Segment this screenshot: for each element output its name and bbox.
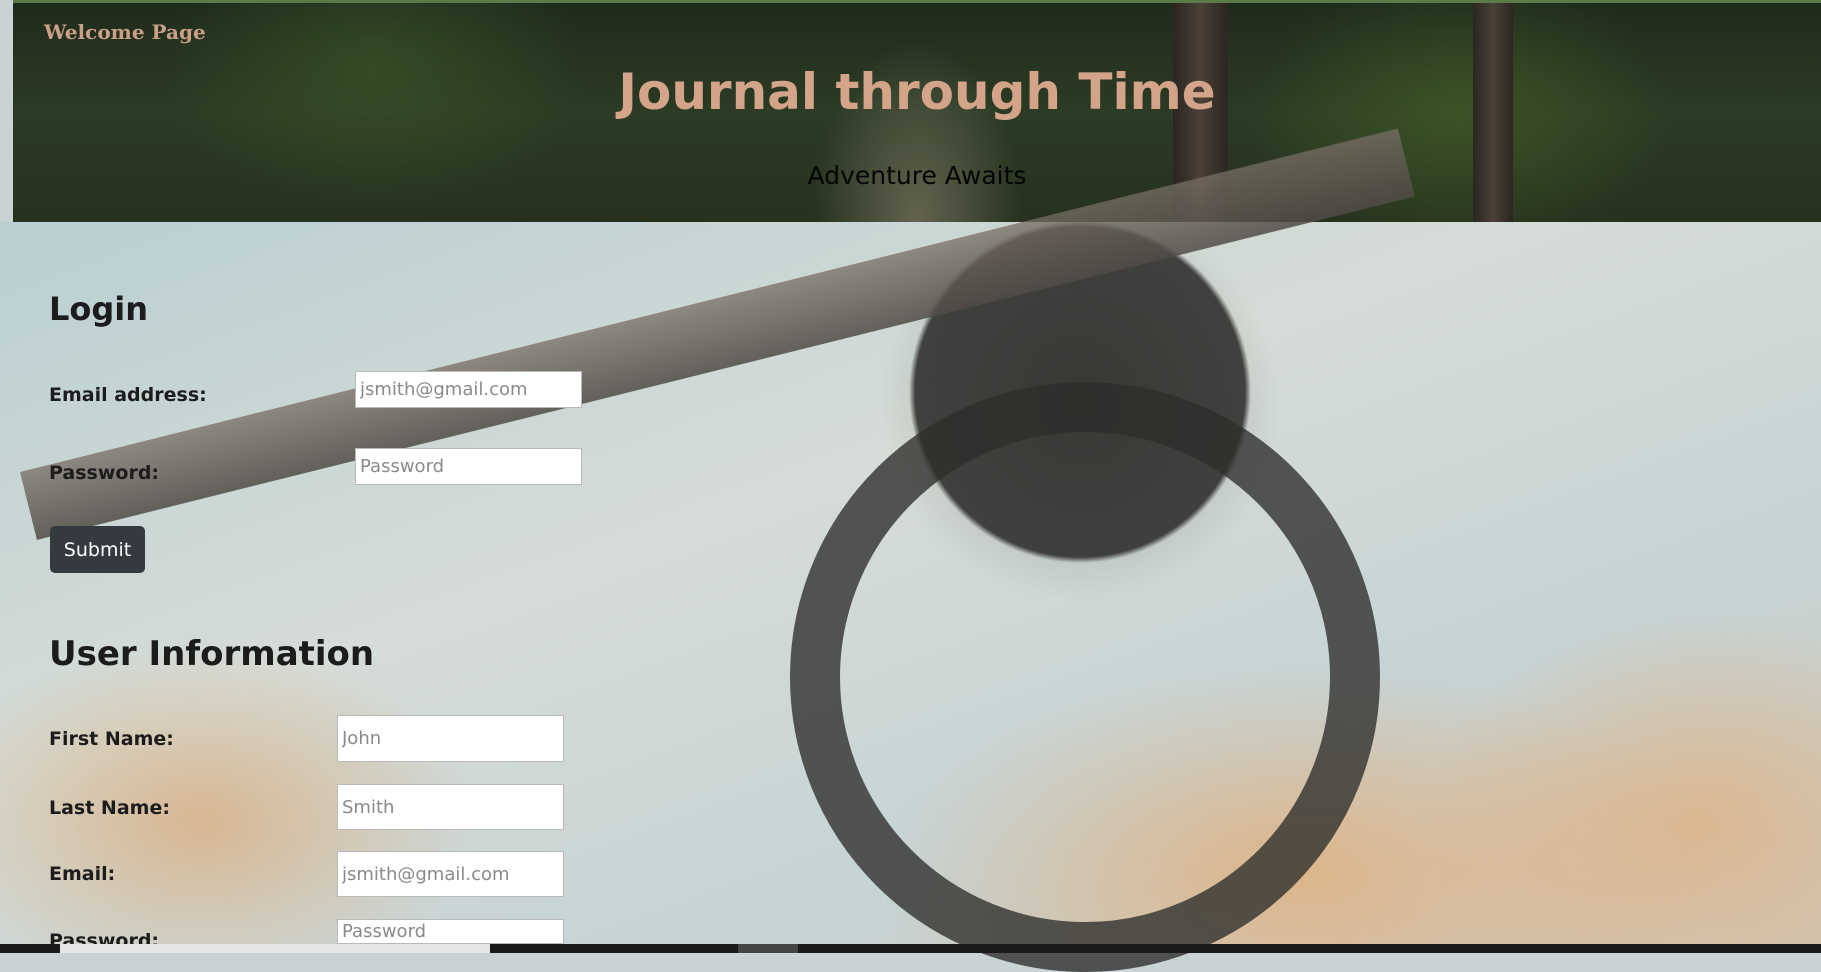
welcome-page-link[interactable]: Welcome Page xyxy=(44,20,206,44)
email-label: Email: xyxy=(49,863,116,885)
header-banner: Welcome Page Journal through Time Advent… xyxy=(13,0,1821,225)
bottom-taskbar xyxy=(0,944,1821,953)
horizontal-scrollbar[interactable] xyxy=(60,944,490,953)
password-label: Password: xyxy=(49,462,160,484)
email-address-label: Email address: xyxy=(49,384,207,406)
submit-button[interactable]: Submit xyxy=(50,526,145,573)
user-information-heading: User Information xyxy=(49,634,375,674)
login-heading: Login xyxy=(49,290,149,328)
last-name-input[interactable] xyxy=(337,784,564,830)
compass-ring-decoration xyxy=(790,382,1380,972)
login-email-input[interactable] xyxy=(355,371,582,408)
login-password-input[interactable] xyxy=(355,448,582,485)
user-password-input[interactable] xyxy=(337,919,564,944)
tagline: Adventure Awaits xyxy=(807,161,1027,190)
first-name-label: First Name: xyxy=(49,728,174,750)
user-email-input[interactable] xyxy=(337,851,564,897)
site-title: Journal through Time xyxy=(618,63,1216,121)
last-name-label: Last Name: xyxy=(49,797,170,819)
first-name-input[interactable] xyxy=(337,715,564,762)
scrollbar-thumb[interactable] xyxy=(738,944,798,953)
map-background xyxy=(0,128,1821,972)
